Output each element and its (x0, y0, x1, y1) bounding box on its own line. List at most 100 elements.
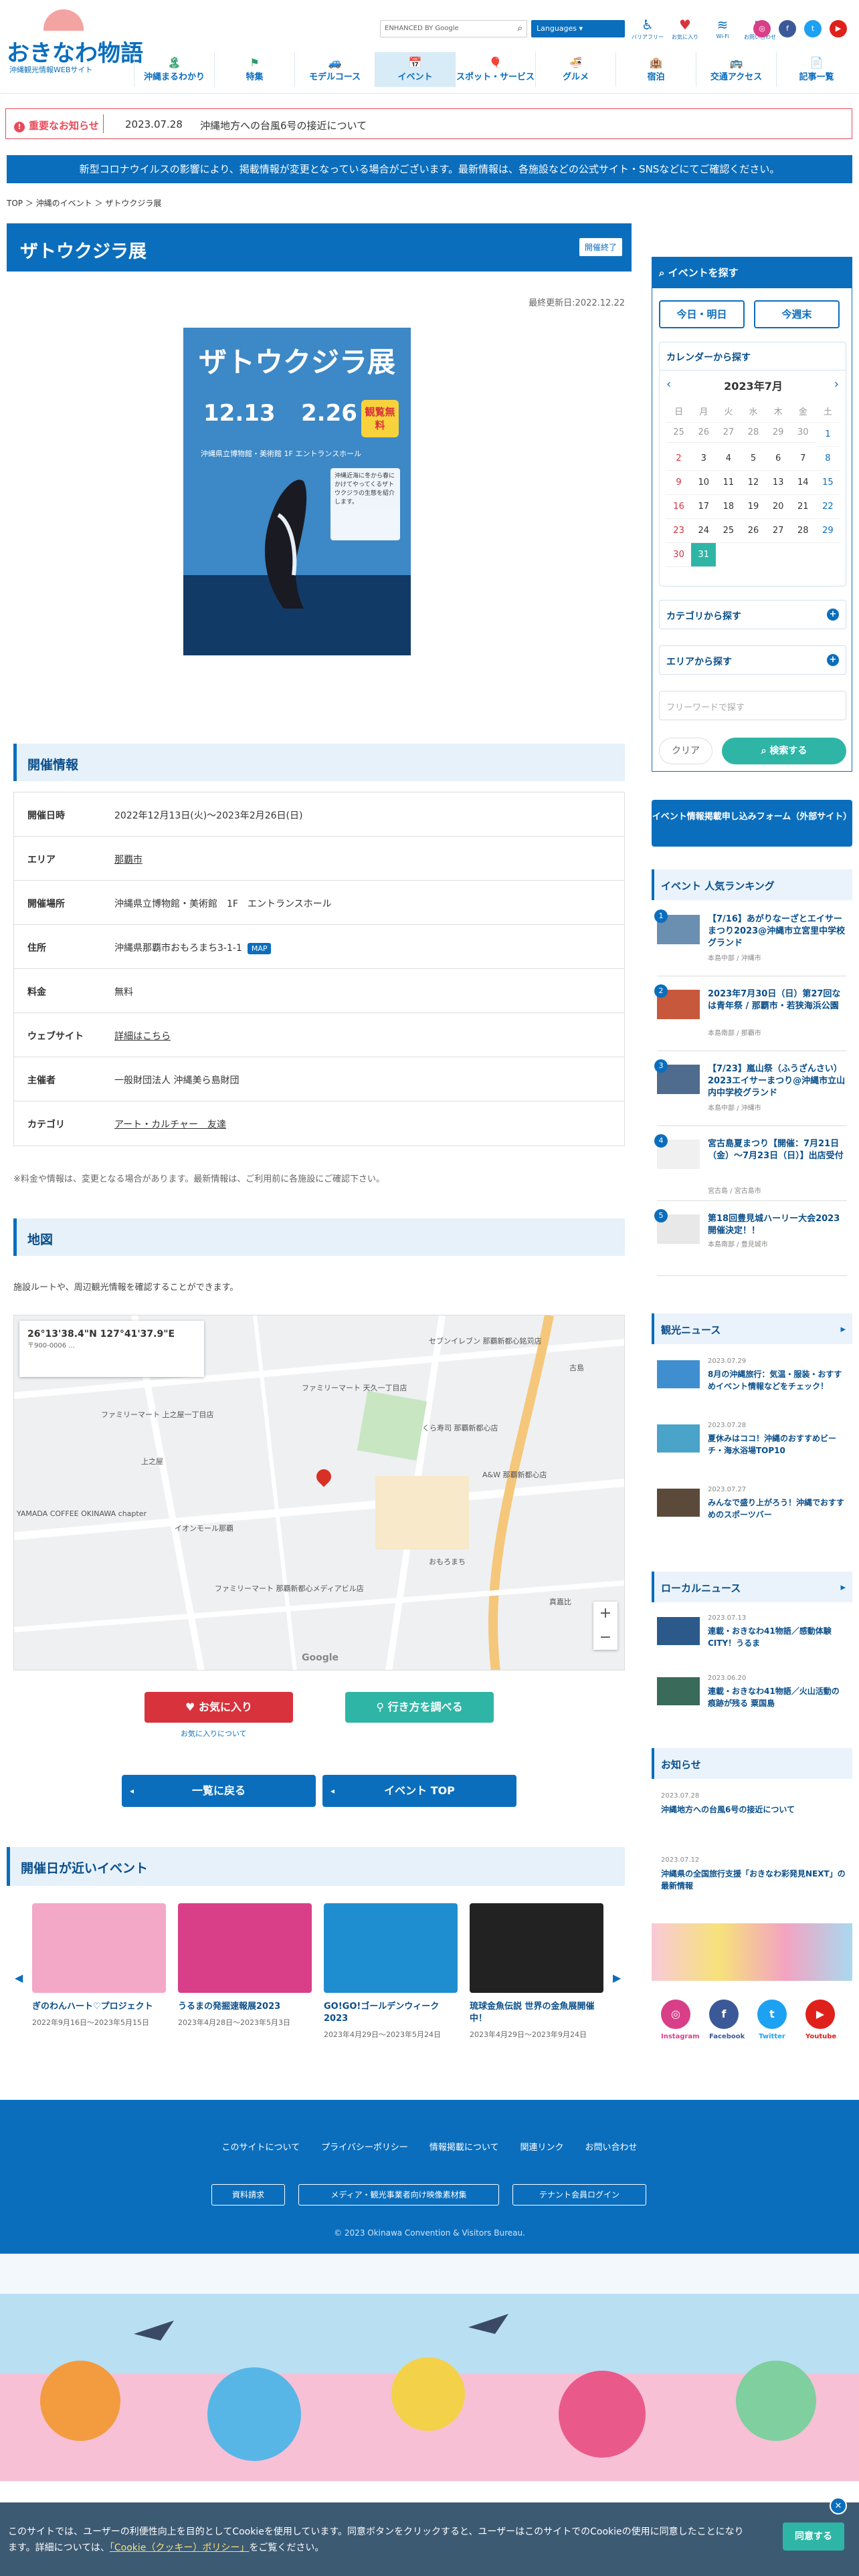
news-image[interactable] (657, 1424, 700, 1453)
ranking-item[interactable]: 3 【7/23】嵐山祭（ふうざんさい）2023エイサーまつり@沖縄市立山内中学校グ… (654, 1059, 847, 1126)
facebook-icon[interactable]: f (709, 2000, 739, 2029)
area-search[interactable]: エリアから探す (659, 645, 846, 675)
calendar-day[interactable]: 3 (691, 447, 717, 471)
info-value-text[interactable]: 詳細はこちら (114, 1031, 171, 1042)
calendar-day[interactable]: 10 (691, 471, 717, 495)
nav-item-5[interactable]: 🍜 グルメ (535, 52, 615, 87)
calendar-day[interactable]: 21 (790, 495, 816, 519)
calendar-day[interactable]: 1 (815, 423, 840, 447)
event-form-button[interactable]: イベント情報掲載申し込みフォーム（外部サイト） (652, 800, 852, 847)
map-info-card[interactable]: 26°13'38.4"N 127°41'37.9"E 〒900-0006 ... (19, 1321, 204, 1377)
language-select[interactable]: Languages ▾ (531, 20, 625, 37)
nav-item-3[interactable]: 📅 イベント (375, 52, 455, 87)
event-card[interactable]: ぎのわんハート♡プロジェクト 2022年9月16日〜2023年5月15日 (32, 1903, 166, 2028)
clear-button[interactable]: クリア (659, 738, 712, 764)
notice-title[interactable]: 沖縄県の全国旅行支援「おきなわ彩発見NEXT」の最新情報 (661, 1868, 846, 1892)
nav-item-4[interactable]: 🎈 スポット・サービス (455, 52, 535, 87)
calendar-day[interactable]: 18 (716, 495, 741, 519)
notice-title[interactable]: 沖縄地方への台風6号の接近について (661, 1804, 846, 1816)
instagram-link[interactable]: ◎ Instagram (661, 2000, 700, 2040)
calendar-day[interactable]: 8 (815, 447, 840, 471)
weekend-button[interactable]: 今週末 (754, 300, 840, 328)
carousel-next-icon[interactable]: ▶ (613, 1971, 621, 1984)
calendar-day[interactable]: 22 (815, 495, 840, 519)
calendar-day[interactable]: 13 (765, 471, 791, 495)
facebook-icon[interactable]: f (779, 20, 796, 37)
news-title[interactable]: みんなで盛り上がろう！沖縄でおすすめのスポーツバー (708, 1497, 847, 1521)
tenant-login-button[interactable]: テナント会員ログイン (512, 2184, 646, 2206)
calendar-day[interactable]: 17 (691, 495, 717, 519)
news-title[interactable]: 8月の沖縄旅行：気温・服装・おすすめイベント情報などをチェック！ (708, 1368, 847, 1392)
event-card-title[interactable]: GO!GO!ゴールデンウィーク2023 (324, 2001, 458, 2025)
category-search[interactable]: カテゴリから探す (659, 600, 846, 629)
calendar-day[interactable]: 15 (815, 471, 840, 495)
event-card[interactable]: 琉球金魚伝説 世界の金魚展開催中！ 2023年4月29日〜2023年9月24日 (470, 1903, 603, 2040)
footer-link[interactable]: 情報掲載について (430, 2143, 499, 2153)
event-card-image[interactable] (32, 1903, 166, 1993)
ranking-item[interactable]: 4 宮古島夏まつり【開催：7月21日（金）〜7月23日（日）】出店受付 宮古島 / … (654, 1134, 847, 1201)
search-button[interactable]: ⌕ 検索する (722, 738, 846, 764)
calendar-day[interactable]: 28 (790, 519, 816, 543)
search-icon[interactable]: ⌕ (518, 23, 522, 33)
nav-item-2[interactable]: 🚙 モデルコース (294, 52, 375, 87)
twitter-icon[interactable]: t (804, 20, 822, 37)
footer-link[interactable]: 関連リンク (520, 2143, 563, 2153)
event-card[interactable]: GO!GO!ゴールデンウィーク2023 2023年4月29日〜2023年5月24日 (324, 1903, 458, 2040)
notice-item[interactable]: 2023.07.28 沖縄地方への台風6号の接近について (661, 1792, 846, 1816)
nav-item-1[interactable]: ⚑ 特集 (214, 52, 294, 87)
ranking-item[interactable]: 2 2023年7月30日（日）第27回なは青年祭 / 那覇市・若狭海浜公園 本島南部… (654, 984, 847, 1051)
calendar-day[interactable]: 5 (741, 447, 766, 471)
calendar-day[interactable]: 6 (765, 447, 791, 471)
local-news-title[interactable]: 連載・おきなわ41物語／感動体験CITY！うるま (708, 1625, 847, 1649)
google-map[interactable]: セブンイレブン 那覇新都心銘苅店 ファミリーマート 上之屋一丁目店 ファミリーマ… (13, 1315, 625, 1671)
news-title[interactable]: 夏休みはココ！沖縄のおすすめビーチ・海水浴場TOP10 (708, 1432, 847, 1457)
ranking-item[interactable]: 1 【7/16】あがりなーざとエイサーまつり2023@沖縄市立宮里中学校グランド本… (654, 909, 847, 976)
favorites-link[interactable]: ♥ お気に入り (666, 16, 704, 41)
route-button[interactable]: ⚲ 行き方を調べる (345, 1692, 494, 1723)
local-news-image[interactable] (657, 1677, 700, 1705)
calendar-day[interactable]: 2 (666, 447, 692, 471)
cookie-policy-link[interactable]: 「Cookie（クッキー）ポリシー」 (110, 2543, 250, 2553)
youtube-icon[interactable]: ▶ (830, 20, 847, 37)
important-notice[interactable]: 重要なお知らせ 2023.07.28 沖縄地方への台風6号の接近について (5, 108, 852, 139)
instagram-icon[interactable]: ◎ (661, 2000, 690, 2029)
news-item[interactable]: 2023.07.29 8月の沖縄旅行：気温・服装・おすすめイベント情報などをチェッ… (657, 1358, 847, 1411)
footer-link[interactable]: お問い合わせ (585, 2143, 638, 2153)
breadcrumb-top[interactable]: TOP (7, 199, 23, 208)
event-card-image[interactable] (178, 1903, 312, 1993)
notice-message[interactable]: 沖縄地方への台風6号の接近について (200, 118, 367, 132)
footer-link[interactable]: このサイトについて (221, 2143, 300, 2153)
news-item[interactable]: 2023.07.27 みんなで盛り上がろう！沖縄でおすすめのスポーツバー (657, 1486, 847, 1539)
calendar-day[interactable]: 29 (765, 423, 791, 443)
ranking-title[interactable]: 第18回豊見城ハーリー大会2023開催決定！！ (708, 1213, 847, 1237)
footer-link[interactable]: プライバシーポリシー (321, 2143, 408, 2153)
nav-item-8[interactable]: 📄 記事一覧 (776, 52, 856, 87)
calendar-day[interactable]: 9 (666, 471, 692, 495)
event-card-image[interactable] (470, 1903, 603, 1993)
nav-item-7[interactable]: 🚌 交通アクセス (696, 52, 776, 87)
news-image[interactable] (657, 1360, 700, 1388)
calendar-day[interactable]: 24 (691, 519, 717, 543)
news-image[interactable] (657, 1489, 700, 1517)
local-news-item[interactable]: 2023.06.20 連載・おきなわ41物語／火山活動の痕跡が残る 粟国島 (657, 1675, 847, 1728)
media-materials-button[interactable]: メディア・観光事業者向け映像素材集 (298, 2184, 499, 2206)
close-icon[interactable]: ✕ (830, 2497, 847, 2514)
calendar-day[interactable]: 7 (790, 447, 816, 471)
nav-item-6[interactable]: 🏨 宿泊 (615, 52, 696, 87)
favorite-about-link[interactable]: お気に入りについて (181, 1728, 247, 1739)
calendar-day[interactable]: 16 (666, 495, 692, 519)
calendar-day[interactable]: 23 (666, 519, 692, 543)
event-card[interactable]: うるまの発掘速報展2023 2023年4月28日〜2023年5月3日 (178, 1903, 312, 2028)
calendar-day[interactable]: 30 (666, 543, 692, 567)
keyword-input[interactable]: フリーワードで探す (659, 691, 846, 720)
event-card-title[interactable]: 琉球金魚伝説 世界の金魚展開催中！ (470, 2001, 603, 2025)
twitter-icon[interactable]: t (757, 2000, 787, 2029)
facebook-link[interactable]: f Facebook (709, 2000, 745, 2040)
ranking-item[interactable]: 5 第18回豊見城ハーリー大会2023開催決定！！ 本島南部 / 豊見城市 (654, 1209, 847, 1276)
cookie-agree-button[interactable]: 同意する (783, 2523, 844, 2551)
calendar-day[interactable]: 31 (691, 543, 717, 567)
wifi-link[interactable]: ≋ Wi-Fi (704, 16, 741, 39)
info-value-text[interactable]: アート・カルチャー 友達 (114, 1119, 226, 1130)
calendar-day[interactable]: 12 (741, 471, 766, 495)
calendar-day[interactable]: 25 (716, 519, 741, 543)
